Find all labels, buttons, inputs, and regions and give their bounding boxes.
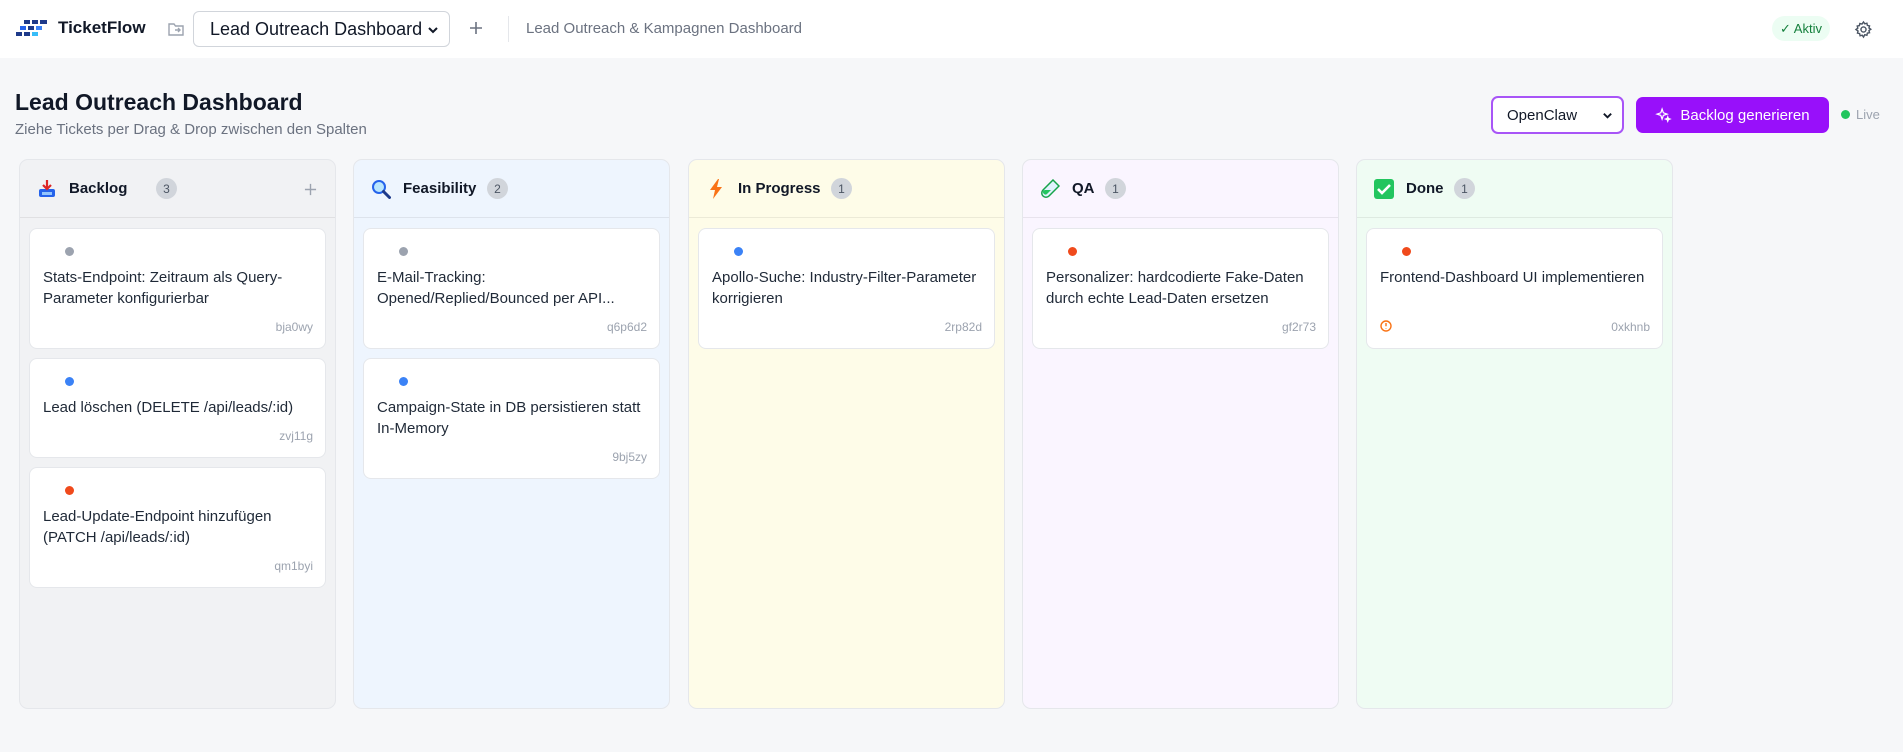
column-header: Backlog 3 — [20, 160, 335, 218]
live-dot — [1841, 110, 1850, 119]
priority-dot — [65, 486, 74, 495]
priority-dot — [1068, 247, 1077, 256]
column-title: Feasibility — [403, 180, 477, 197]
column-header: QA 1 — [1023, 160, 1338, 218]
inbox-tray-icon — [36, 178, 58, 200]
ticket-title: Frontend-Dashboard UI implementieren — [1380, 269, 1645, 286]
column-count: 3 — [156, 178, 177, 199]
ticket-card[interactable]: Personalizer: hardcodierte Fake-Daten du… — [1032, 228, 1329, 349]
column-count: 1 — [1454, 178, 1475, 199]
check-box-icon — [1373, 178, 1395, 200]
column-done[interactable]: Done 1 Frontend-Dashboard UI implementie… — [1356, 159, 1673, 709]
ticket-card[interactable]: Apollo-Suche: Industry-Filter-Parameter … — [698, 228, 995, 349]
chevron-down-icon — [428, 27, 438, 34]
ticket-title: Stats-Endpoint: Zeitraum als Query-Param… — [43, 269, 283, 307]
ticket-id: 9bj5zy — [612, 450, 647, 464]
priority-dot — [734, 247, 743, 256]
priority-dot — [399, 247, 408, 256]
status-badge: ✓ Aktiv — [1772, 16, 1830, 41]
folder-switch-icon — [168, 23, 184, 36]
lightning-icon — [705, 178, 727, 200]
ticket-title: Lead-Update-Endpoint hinzufügen (PATCH /… — [43, 508, 272, 546]
settings-button[interactable] — [1852, 18, 1874, 40]
ticket-id: gf2r73 — [1281, 320, 1316, 334]
column-title: In Progress — [738, 180, 821, 197]
add-board-button[interactable] — [465, 17, 487, 39]
gear-icon — [1854, 20, 1872, 38]
priority-dot — [399, 377, 408, 386]
sparkles-icon — [1655, 106, 1673, 123]
column-title: Done — [1406, 180, 1444, 197]
priority-dot — [1402, 247, 1411, 256]
test-tube-icon — [1039, 178, 1061, 200]
board-subtitle: Lead Outreach & Kampagnen Dashboard — [526, 20, 803, 37]
ticket-card[interactable]: Campaign-State in DB persistieren statt … — [363, 358, 660, 479]
ticketflow-logo-icon — [16, 20, 47, 36]
column-header: In Progress 1 — [689, 160, 1004, 218]
column-title: QA — [1072, 180, 1095, 197]
ticket-title: Lead löschen (DELETE /api/leads/:id) — [43, 399, 294, 416]
warning-clock-icon — [1380, 320, 1392, 332]
priority-dot — [65, 247, 74, 256]
ticket-id: bja0wy — [275, 320, 313, 334]
page-title: Lead Outreach Dashboard — [15, 89, 303, 115]
generate-backlog-label: Backlog generieren — [1680, 106, 1810, 124]
ticket-card[interactable]: Stats-Endpoint: Zeitraum als Query-Param… — [29, 228, 326, 349]
column-in-progress[interactable]: In Progress 1 Apollo-Suche: Industry-Fil… — [688, 159, 1005, 709]
add-ticket-button[interactable] — [299, 178, 321, 200]
ticket-card[interactable]: E-Mail-Tracking: Opened/Replied/Bounced … — [363, 228, 660, 349]
folder-button[interactable] — [166, 19, 186, 39]
board-select-value: Lead Outreach Dashboard — [210, 18, 423, 39]
ticket-title: Campaign-State in DB persistieren statt … — [377, 399, 641, 437]
column-header: Feasibility 2 — [354, 160, 669, 218]
plus-icon — [304, 183, 316, 195]
priority-dot — [65, 377, 74, 386]
column-count: 2 — [487, 178, 508, 199]
agent-select-value: OpenClaw — [1507, 106, 1578, 124]
column-header: Done 1 — [1357, 160, 1672, 218]
generate-backlog-button[interactable]: Backlog generieren — [1636, 97, 1829, 133]
page-subtitle: Ziehe Tickets per Drag & Drop zwischen d… — [15, 121, 367, 138]
chevron-down-icon — [1603, 113, 1612, 119]
ticket-title: Personalizer: hardcodierte Fake-Daten du… — [1046, 269, 1304, 307]
column-count: 1 — [1105, 178, 1126, 199]
ticket-id: 0xkhnb — [1611, 320, 1650, 334]
top-bar: TicketFlow Lead Outreach Dashboard Lead … — [0, 0, 1903, 58]
column-count: 1 — [831, 178, 852, 199]
ticket-card[interactable]: Lead-Update-Endpoint hinzufügen (PATCH /… — [29, 467, 326, 588]
column-backlog[interactable]: Backlog 3 Stats-Endpoint: Zeitraum als Q… — [19, 159, 336, 709]
ticket-id: 2rp82d — [944, 320, 982, 334]
board-select[interactable]: Lead Outreach Dashboard — [193, 11, 450, 47]
brand-name: TicketFlow — [58, 18, 146, 37]
column-title: Backlog — [69, 180, 128, 197]
agent-select[interactable]: OpenClaw — [1491, 96, 1624, 134]
plus-icon — [470, 22, 482, 34]
ticket-id: zvj11g — [279, 429, 313, 443]
ticket-title: E-Mail-Tracking: Opened/Replied/Bounced … — [377, 269, 615, 307]
column-feasibility[interactable]: Feasibility 2 E-Mail-Tracking: Opened/Re… — [353, 159, 670, 709]
live-indicator: Live — [1841, 107, 1880, 122]
ticket-id: q6p6d2 — [606, 320, 647, 334]
ticket-title: Apollo-Suche: Industry-Filter-Parameter … — [712, 269, 977, 307]
ticket-id: qm1byi — [274, 559, 313, 573]
magnifier-icon — [370, 178, 392, 200]
ticket-card[interactable]: Lead löschen (DELETE /api/leads/:id) zvj… — [29, 358, 326, 458]
divider — [508, 16, 509, 42]
ticket-card[interactable]: Frontend-Dashboard UI implementieren 0xk… — [1366, 228, 1663, 349]
live-label: Live — [1856, 107, 1880, 122]
column-qa[interactable]: QA 1 Personalizer: hardcodierte Fake-Dat… — [1022, 159, 1339, 709]
